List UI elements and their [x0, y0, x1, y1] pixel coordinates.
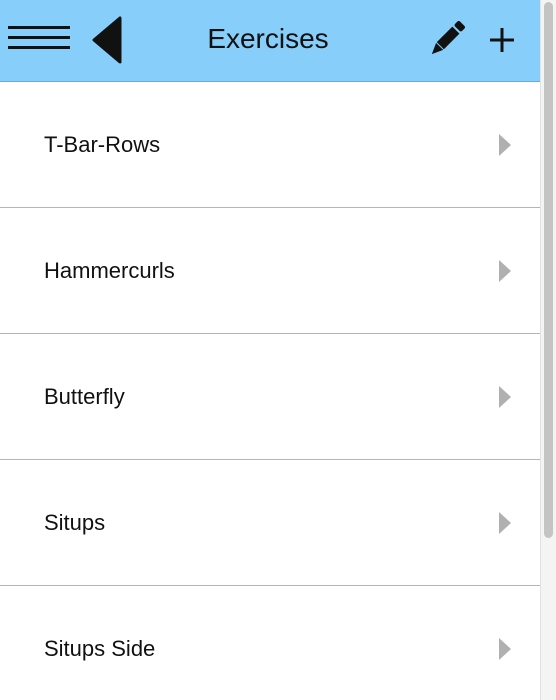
- top-bar: Exercises: [0, 0, 540, 82]
- scrollbar-thumb[interactable]: [544, 2, 553, 538]
- list-item[interactable]: Butterfly: [0, 334, 540, 460]
- back-triangle-icon: [92, 16, 122, 64]
- chevron-right-icon: [499, 637, 511, 660]
- hamburger-menu-icon: [8, 26, 70, 49]
- scrollbar[interactable]: [540, 0, 556, 700]
- list-item[interactable]: T-Bar-Rows: [0, 82, 540, 208]
- page-title: Exercises: [207, 23, 329, 54]
- exercise-label: T-Bar-Rows: [44, 131, 161, 157]
- exercise-label: Situps: [44, 509, 106, 535]
- chevron-right-icon: [499, 511, 511, 534]
- list-item[interactable]: Situps: [0, 460, 540, 586]
- exercise-label: Hammercurls: [44, 257, 175, 283]
- plus-icon: [490, 28, 514, 52]
- edit-button[interactable]: [424, 18, 468, 62]
- pencil-icon: [431, 21, 465, 55]
- list-item[interactable]: Hammercurls: [0, 208, 540, 334]
- add-exercise-button[interactable]: [484, 18, 520, 62]
- menu-button[interactable]: [4, 18, 72, 58]
- app-window: Exercises T-Bar-Rows Hammercurls Butterf…: [0, 0, 556, 700]
- back-button[interactable]: [88, 16, 124, 64]
- exercise-list: T-Bar-Rows Hammercurls Butterfly Situps …: [0, 82, 540, 700]
- chevron-right-icon: [499, 259, 511, 282]
- chevron-right-icon: [499, 385, 511, 408]
- exercise-label: Situps Side: [44, 635, 156, 661]
- list-item[interactable]: Situps Side: [0, 586, 540, 700]
- exercise-label: Butterfly: [44, 383, 125, 409]
- chevron-right-icon: [499, 133, 511, 156]
